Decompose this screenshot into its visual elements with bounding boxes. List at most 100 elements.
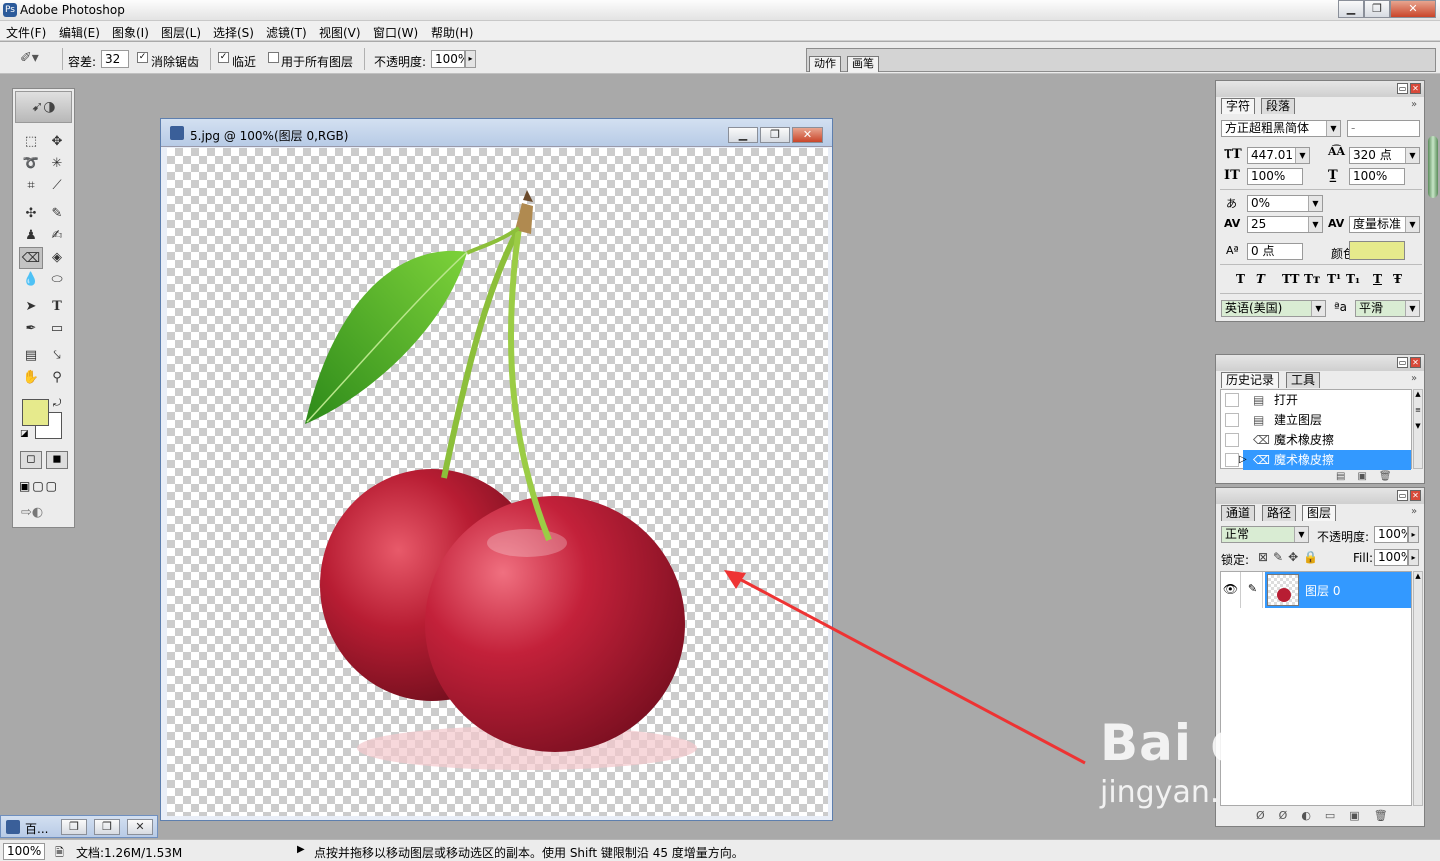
history-state-slider-icon[interactable]: ▷ (1239, 450, 1247, 470)
magic-eraser-preset-icon[interactable]: ✐▾ (20, 50, 39, 66)
history-brush-tool-icon[interactable]: ✍ (45, 225, 69, 247)
panel-close-icon[interactable]: ✕ (1410, 490, 1421, 501)
tab-paragraph[interactable]: 段落 (1261, 98, 1296, 114)
baseline-shift-input[interactable]: 0 点 (1247, 243, 1303, 260)
all-layers-checkbox[interactable] (268, 52, 279, 63)
history-source-checkbox[interactable] (1225, 453, 1239, 467)
zoom-field[interactable]: 100% (3, 843, 45, 860)
underline-button[interactable]: T (1373, 272, 1382, 286)
layer-row[interactable]: 👁 ✎ 图层 0 (1221, 572, 1411, 608)
history-actions-icons[interactable]: ▤▣🗑 (1336, 471, 1404, 482)
subscript-button[interactable]: T₁ (1346, 272, 1360, 286)
pen-tool-icon[interactable]: ✒ (19, 318, 43, 340)
history-item[interactable]: ▤ 打开 (1221, 390, 1426, 410)
minimize-button[interactable]: ▁ (1338, 0, 1364, 18)
swap-colors-icon[interactable]: ⤾ (53, 398, 61, 409)
clone-stamp-tool-icon[interactable]: ♟ (19, 225, 43, 247)
tab-history[interactable]: 历史记录 (1221, 372, 1280, 388)
standard-mode-icon[interactable]: ◻ (20, 451, 42, 469)
default-colors-icon[interactable]: ◪ (20, 429, 29, 439)
chevron-down-icon[interactable]: ▼ (1405, 148, 1419, 163)
notes-tool-icon[interactable]: ▤ (19, 345, 43, 367)
panel-minimize-icon[interactable]: ▭ (1397, 490, 1408, 501)
panel-minimize-icon[interactable]: ▭ (1397, 357, 1408, 368)
history-item[interactable]: ⌫ 魔术橡皮擦 (1221, 430, 1426, 450)
history-source-checkbox[interactable] (1225, 413, 1239, 427)
lasso-tool-icon[interactable]: ➰ (19, 153, 43, 175)
magic-wand-tool-icon[interactable]: ✳ (45, 153, 69, 175)
opacity-slider-arrow-icon[interactable]: ▸ (1408, 526, 1419, 543)
rectangle-tool-icon[interactable]: ▭ (45, 318, 69, 340)
eyedropper-tool-icon[interactable]: ⤥ (45, 345, 69, 367)
dodge-tool-icon[interactable]: ⬭ (45, 269, 69, 291)
chevron-down-icon[interactable]: ▼ (1405, 301, 1419, 316)
eye-icon[interactable]: 👁 (1221, 572, 1241, 608)
close-button[interactable]: ✕ (127, 819, 153, 835)
panel-menu-icon[interactable]: » (1411, 373, 1417, 384)
history-item-selected[interactable]: ▷ ⌫ 魔术橡皮擦 (1221, 450, 1411, 470)
font-family-select[interactable]: 方正超粗黑简体 (1221, 120, 1341, 137)
history-source-checkbox[interactable] (1225, 433, 1239, 447)
history-item[interactable]: ▤ 建立图层 (1221, 410, 1426, 430)
tab-paths[interactable]: 路径 (1262, 505, 1297, 521)
history-source-checkbox[interactable] (1225, 393, 1239, 407)
antialias-checkbox[interactable]: ✓ (137, 52, 148, 63)
strikethrough-button[interactable]: Ŧ (1393, 272, 1402, 286)
opacity-slider-arrow-icon[interactable]: ▸ (465, 50, 476, 68)
history-scrollbar[interactable]: ▲ ≡ ▼ (1413, 389, 1423, 469)
paint-bucket-tool-icon[interactable]: ◈ (45, 247, 69, 269)
panel-menu-icon[interactable]: » (1411, 506, 1417, 517)
lock-icons[interactable]: ⊠✎✥🔒 (1258, 550, 1323, 564)
fill-input[interactable]: 100% (1374, 549, 1408, 566)
type-tool-icon[interactable]: T (45, 296, 69, 318)
panel-close-icon[interactable]: ✕ (1410, 83, 1421, 94)
adobe-online-icon[interactable]: ➹◑ (15, 91, 72, 123)
horizontal-scale-input[interactable]: 100% (1349, 168, 1405, 185)
tolerance-input[interactable]: 32 (101, 50, 129, 68)
menu-file[interactable]: 文件(F) (6, 24, 46, 41)
tab-character[interactable]: 字符 (1221, 98, 1256, 114)
brush-tool-icon[interactable]: ✎ (45, 203, 69, 225)
healing-brush-tool-icon[interactable]: ✣ (19, 203, 43, 225)
menu-window[interactable]: 窗口(W) (373, 24, 418, 41)
menu-select[interactable]: 选择(S) (213, 24, 254, 41)
doc-minimize-button[interactable]: ▁ (728, 127, 758, 143)
chevron-down-icon[interactable]: ▼ (1295, 148, 1309, 163)
jump-to-imageready-icon[interactable]: ⇨◐ (21, 505, 43, 520)
menu-filter[interactable]: 滤镜(T) (266, 24, 307, 41)
tab-layers[interactable]: 图层 (1302, 505, 1337, 521)
blur-tool-icon[interactable]: 💧 (19, 269, 43, 291)
slice-tool-icon[interactable]: ⟋ (45, 175, 69, 197)
tab-brushes[interactable]: 画笔 (847, 56, 879, 72)
doc-close-button[interactable]: ✕ (792, 127, 823, 143)
magic-eraser-tool-icon[interactable]: ⌫ (19, 247, 43, 269)
chevron-down-icon[interactable]: ▼ (1308, 217, 1322, 232)
menu-image[interactable]: 图象(I) (112, 24, 149, 41)
menu-view[interactable]: 视图(V) (319, 24, 361, 41)
move-tool-icon[interactable]: ✥ (45, 131, 69, 153)
panel-close-icon[interactable]: ✕ (1410, 357, 1421, 368)
menu-help[interactable]: 帮助(H) (431, 24, 473, 41)
screen-mode-icons[interactable]: ▣▢▢ (19, 479, 59, 493)
chevron-down-icon[interactable]: ▼ (1294, 527, 1308, 542)
panel-minimize-icon[interactable]: ▭ (1397, 83, 1408, 94)
quick-mask-mode-icon[interactable]: ◼ (46, 451, 68, 469)
text-color-swatch[interactable] (1349, 241, 1405, 260)
font-style-select[interactable]: - (1347, 120, 1420, 137)
crop-tool-icon[interactable]: ⌗ (19, 175, 43, 197)
maximize-button[interactable]: ❐ (94, 819, 120, 835)
restore-button[interactable]: ❐ (61, 819, 87, 835)
chevron-down-icon[interactable]: ▼ (1311, 301, 1325, 316)
vertical-scale-input[interactable]: 100% (1247, 168, 1303, 185)
contiguous-checkbox[interactable]: ✓ (218, 52, 229, 63)
doc-restore-button[interactable]: ❐ (760, 127, 790, 143)
path-selection-tool-icon[interactable]: ➤ (19, 296, 43, 318)
menu-layer[interactable]: 图层(L) (161, 24, 201, 41)
superscript-button[interactable]: T¹ (1327, 272, 1341, 286)
layer-opacity-input[interactable]: 100% (1374, 526, 1408, 543)
small-caps-button[interactable]: Tт (1304, 272, 1320, 286)
opacity-input[interactable]: 100% (431, 50, 465, 68)
faux-italic-button[interactable]: T (1256, 272, 1265, 286)
marquee-tool-icon[interactable]: ⬚ (19, 131, 43, 153)
panel-menu-icon[interactable]: » (1411, 99, 1417, 110)
